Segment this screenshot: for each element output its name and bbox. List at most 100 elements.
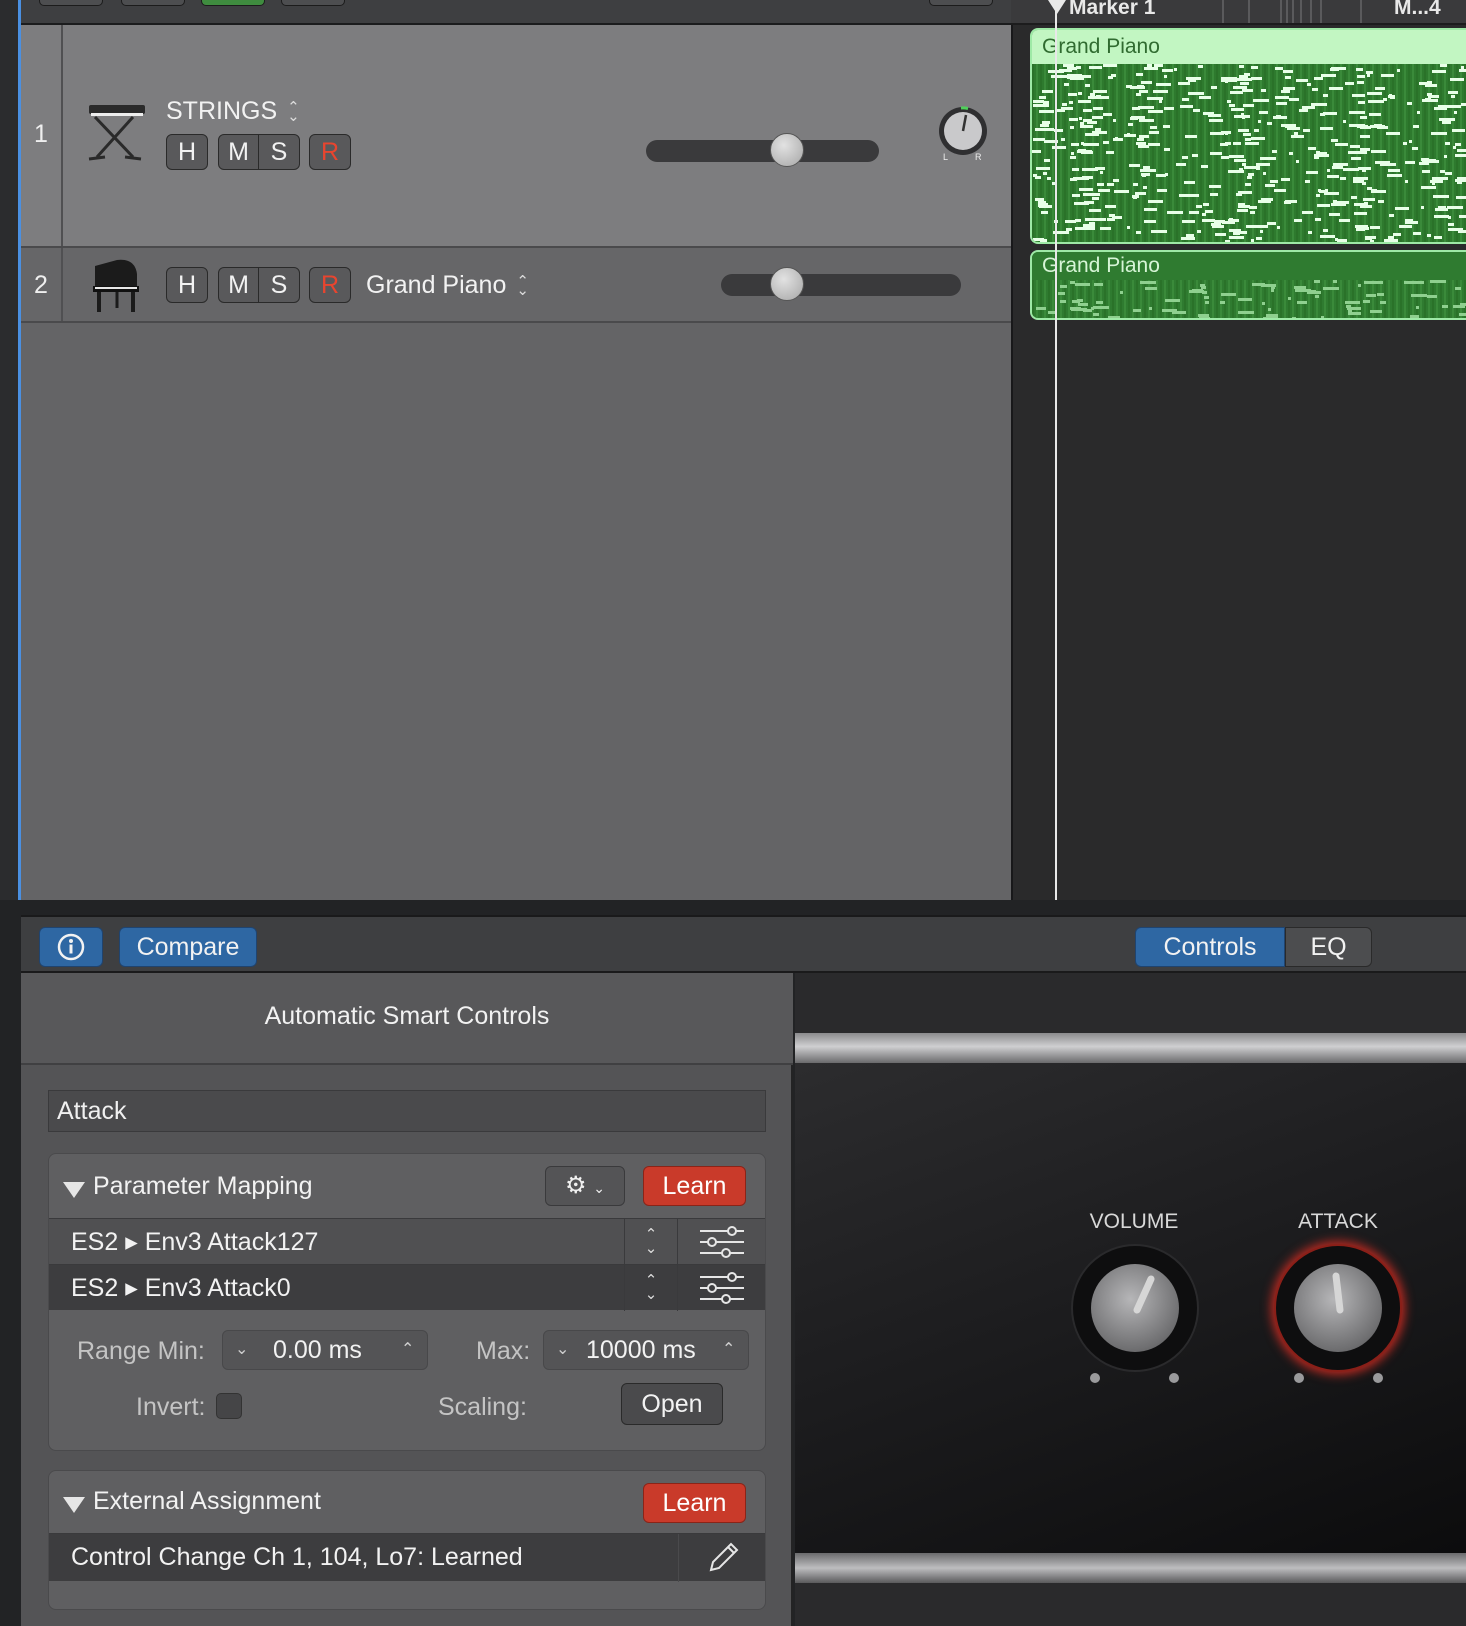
invert-checkbox[interactable] — [216, 1393, 242, 1419]
toolbar-button[interactable] — [39, 0, 103, 6]
chevron-up-icon[interactable]: ⌃ — [722, 1331, 735, 1369]
midi-note — [1244, 166, 1260, 169]
midi-note — [1044, 159, 1050, 162]
midi-note — [1048, 311, 1055, 314]
volume-slider[interactable] — [646, 133, 879, 167]
external-learn-button[interactable]: Learn — [643, 1483, 746, 1523]
midi-note — [1181, 237, 1195, 240]
midi-note — [1153, 90, 1168, 93]
midi-note — [1097, 183, 1104, 186]
mute-button[interactable]: M — [219, 135, 259, 169]
mapping-row[interactable]: ES2 ▸ Env3 Attack127 ⌃ ⌄ — [49, 1218, 765, 1265]
midi-note — [1133, 309, 1141, 312]
volume-slider[interactable] — [721, 267, 961, 301]
sliders-icon[interactable] — [678, 1265, 765, 1311]
midi-note — [1233, 232, 1240, 235]
midi-note — [1315, 295, 1319, 298]
marker-label[interactable]: M...4 — [1394, 0, 1441, 20]
midi-note — [1302, 211, 1313, 214]
record-enable-button[interactable]: R — [309, 267, 351, 303]
midi-note — [1365, 237, 1372, 240]
parameter-name-field[interactable]: Attack — [48, 1090, 766, 1132]
midi-note — [1164, 107, 1174, 110]
toolbar-button[interactable] — [281, 0, 345, 6]
tab-eq[interactable]: EQ — [1285, 927, 1372, 967]
midi-note — [1363, 177, 1368, 180]
updown-chevron-icon: ⌃ ⌄ — [516, 273, 529, 300]
midi-region[interactable]: Grand Piano — [1030, 28, 1466, 244]
midi-note — [1199, 96, 1211, 99]
attack-knob[interactable] — [1274, 1244, 1402, 1372]
knob-indicator — [1332, 1272, 1344, 1314]
midi-note — [1327, 169, 1330, 172]
external-assignment-row[interactable]: Control Change Ch 1, 104, Lo7: Learned — [49, 1533, 765, 1582]
midi-note — [1082, 176, 1093, 179]
midi-note — [1042, 121, 1050, 124]
midi-note — [1092, 197, 1099, 200]
volume-slider-thumb[interactable] — [770, 133, 804, 167]
midi-note — [1320, 127, 1333, 130]
solo-button[interactable]: S — [259, 135, 299, 169]
pan-knob[interactable]: L R — [935, 105, 991, 161]
toolbar-button[interactable] — [121, 0, 185, 6]
toolbar-button[interactable] — [929, 0, 993, 6]
midi-note — [1401, 207, 1405, 210]
updown-chevron-icon[interactable]: ⌃ ⌄ — [624, 1219, 678, 1265]
midi-note — [1033, 138, 1040, 141]
hide-button[interactable]: H — [166, 267, 208, 303]
inspector-toggle-button[interactable] — [39, 927, 103, 967]
midi-note — [1156, 174, 1166, 177]
midi-note — [1193, 109, 1200, 112]
disclosure-triangle-icon[interactable] — [63, 1497, 85, 1513]
midi-note — [1047, 177, 1051, 180]
max-field[interactable]: ⌄ 10000 ms ⌃ — [543, 1330, 749, 1370]
midi-note — [1212, 225, 1224, 228]
tab-controls[interactable]: Controls — [1135, 927, 1285, 967]
edit-button[interactable] — [678, 1534, 765, 1582]
midi-note — [1427, 81, 1432, 84]
midi-note — [1225, 132, 1228, 135]
hide-button[interactable]: H — [166, 134, 208, 170]
disclosure-triangle-icon[interactable] — [63, 1182, 85, 1198]
track-name[interactable]: STRINGS ⌃ ⌄ — [166, 97, 300, 126]
midi-note — [1093, 313, 1099, 316]
toolbar-button[interactable] — [201, 0, 265, 6]
solo-button[interactable]: S — [259, 268, 299, 302]
midi-note — [1044, 128, 1054, 131]
mapping-learn-button[interactable]: Learn — [643, 1166, 746, 1206]
midi-note — [1059, 69, 1072, 72]
scaling-open-button[interactable]: Open — [621, 1383, 723, 1425]
midi-note — [1259, 111, 1268, 114]
midi-note — [1308, 231, 1312, 234]
marker-ruler[interactable]: Marker 1 M...4 — [1011, 0, 1466, 25]
gear-icon: ⚙ — [565, 1172, 587, 1199]
volume-slider-thumb[interactable] — [770, 267, 804, 301]
sliders-icon[interactable] — [678, 1219, 765, 1265]
playhead[interactable] — [1055, 0, 1057, 900]
midi-note — [1371, 150, 1386, 153]
scaling-label: Scaling: — [438, 1393, 527, 1421]
midi-note — [1061, 107, 1073, 110]
chevron-down-icon[interactable]: ⌄ — [235, 1331, 248, 1369]
compare-button[interactable]: Compare — [119, 927, 257, 967]
track-name[interactable]: Grand Piano ⌃ ⌄ — [366, 271, 529, 300]
chevron-up-icon[interactable]: ⌃ — [401, 1331, 414, 1369]
mute-button[interactable]: M — [219, 268, 259, 302]
midi-region[interactable]: Grand Piano — [1030, 250, 1466, 320]
mapping-row[interactable]: ES2 ▸ Env3 Attack0 ⌃ ⌄ — [49, 1264, 765, 1311]
midi-note — [1067, 74, 1082, 77]
left-edge — [0, 0, 18, 900]
midi-note — [1295, 289, 1311, 292]
marker-label[interactable]: Marker 1 — [1069, 0, 1155, 20]
chevron-down-icon[interactable]: ⌄ — [556, 1331, 569, 1369]
midi-note — [1035, 176, 1041, 179]
mapping-action-menu[interactable]: ⚙ ⌄ — [545, 1166, 625, 1206]
track-row[interactable]: 1 STRINGS ⌃ ⌄ H M S R L R — [21, 25, 1011, 248]
track-name-label: STRINGS — [166, 97, 278, 125]
track-row[interactable]: 2 H M S R Grand Piano ⌃ ⌄ — [21, 248, 1011, 323]
range-min-field[interactable]: ⌄ 0.00 ms ⌃ — [222, 1330, 428, 1370]
midi-note — [1275, 67, 1283, 70]
record-enable-button[interactable]: R — [309, 134, 351, 170]
updown-chevron-icon[interactable]: ⌃ ⌄ — [624, 1265, 678, 1311]
volume-knob[interactable] — [1071, 1244, 1199, 1372]
